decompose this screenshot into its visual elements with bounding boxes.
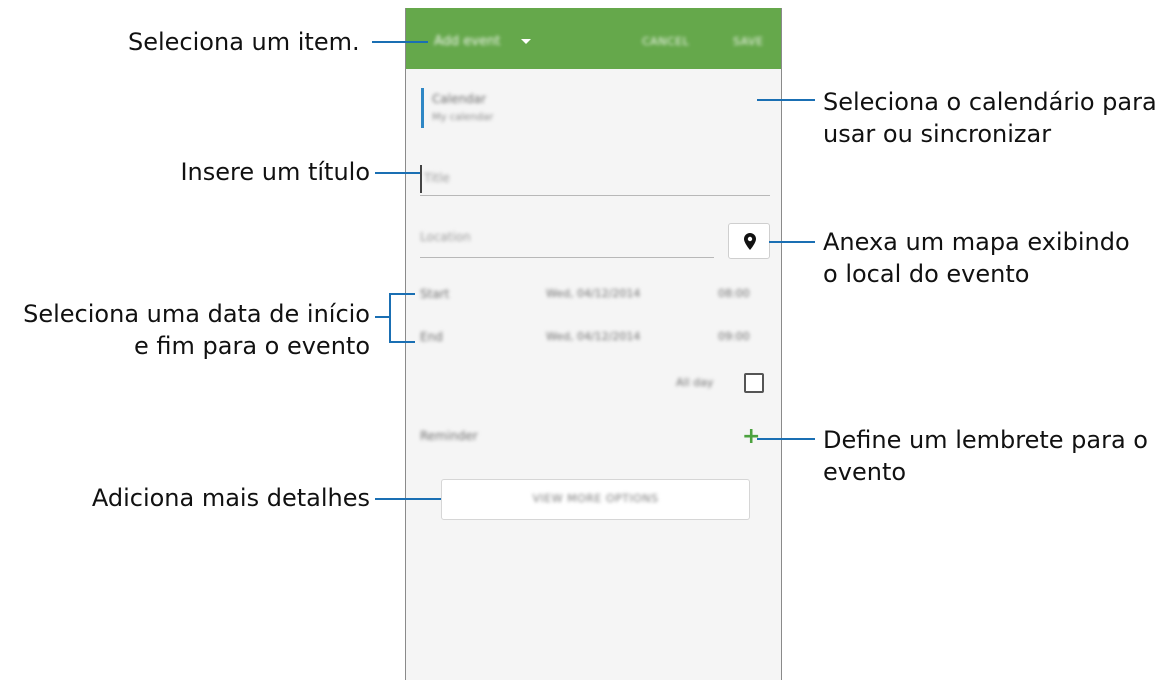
all-day-label: All day [676,376,714,389]
calendar-account: My calendar [432,112,494,123]
bracket-dates-top [389,293,415,295]
app-bar: Add event CANCEL SAVE [406,8,781,69]
annotation-details: Adiciona mais detalhes [91,484,370,512]
leader-line-reminder [757,438,815,440]
save-button[interactable]: SAVE [733,35,763,48]
annotation-dates-line1: Seleciona uma data de início [23,300,370,328]
annotation-select-item: Seleciona um item. [128,28,360,56]
map-button[interactable] [728,223,770,259]
title-underline [420,195,770,196]
more-options-button[interactable]: VIEW MORE OPTIONS [441,479,750,520]
title-input[interactable]: Title [424,171,450,185]
event-type-selector[interactable]: Add event [434,34,500,49]
bracket-dates [389,294,391,342]
location-underline [420,257,714,258]
dropdown-caret-icon[interactable] [521,39,531,44]
bracket-dates-bottom [389,341,415,343]
leader-line-details [375,498,441,500]
start-label: Start [420,287,450,301]
leader-line-calendar [757,99,815,101]
calendar-color-bar [421,88,424,128]
cancel-button[interactable]: CANCEL [642,35,689,48]
annotation-map-line1: Anexa um mapa exibindo [823,228,1130,256]
end-label: End [420,330,443,344]
more-options-label: VIEW MORE OPTIONS [532,492,659,505]
map-pin-icon [744,233,756,250]
reminder-label: Reminder [420,429,478,443]
phone-screen: Add event CANCEL SAVE Calendar My calend… [405,8,782,680]
annotation-calendar-line2: usar ou sincronizar [823,120,1052,148]
annotation-title: Insere um título [180,158,370,186]
end-time[interactable]: 09:00 [718,330,750,343]
leader-line-title [375,172,420,174]
annotation-reminder-line2: evento [823,458,907,486]
text-cursor [420,165,422,193]
plus-icon[interactable]: + [742,426,760,448]
annotation-dates-line2: e fim para o evento [133,332,370,360]
start-time[interactable]: 08:00 [718,287,750,300]
annotation-calendar-line1: Seleciona o calendário para [823,88,1157,116]
calendar-selector[interactable]: Calendar [432,92,486,106]
end-date[interactable]: Wed, 04/12/2014 [546,330,640,343]
location-input[interactable]: Location [420,230,471,244]
start-date[interactable]: Wed, 04/12/2014 [546,287,640,300]
leader-line-select-item [372,41,428,43]
leader-line-map [769,241,815,243]
annotation-map-line2: o local do evento [823,260,1030,288]
all-day-checkbox[interactable] [744,373,764,393]
annotation-reminder-line1: Define um lembrete para o [823,426,1148,454]
